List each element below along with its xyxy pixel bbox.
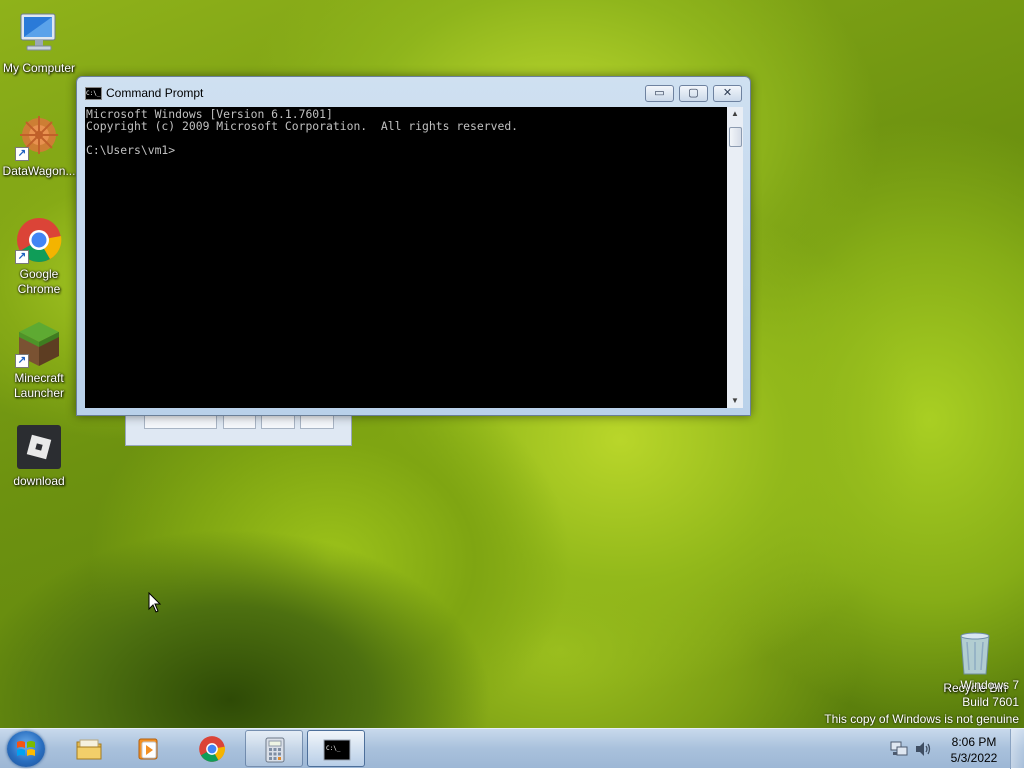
shortcut-arrow-icon: ↗ <box>15 250 29 264</box>
watermark-genuine-notice: This copy of Windows is not genuine <box>824 712 1019 726</box>
taskbar-command-prompt[interactable]: C:\_ <box>307 730 365 767</box>
datawagon-icon: ↗ <box>15 113 63 161</box>
taskbar-clock[interactable]: 8:06 PM 5/3/2022 <box>942 734 1006 766</box>
taskbar-windows-explorer[interactable] <box>60 730 118 767</box>
chrome-icon: ↗ <box>15 216 63 264</box>
taskbar-media-player[interactable] <box>121 730 179 767</box>
watermark-edition: Windows 7 <box>960 678 1019 692</box>
maximize-icon: ▢ <box>688 87 699 99</box>
desktop-icon-download[interactable]: download <box>1 423 77 489</box>
minimize-button[interactable]: ▭ <box>645 85 674 102</box>
desktop-icon-google-chrome[interactable]: ↗ Google Chrome <box>1 216 77 297</box>
watermark-build: Build 7601 <box>962 695 1019 709</box>
window-title: Command Prompt <box>106 86 204 100</box>
desktop-icon-datawagon[interactable]: ↗ DataWagon... <box>1 113 77 179</box>
scroll-down-icon[interactable]: ▼ <box>727 394 743 408</box>
roblox-icon <box>15 423 63 471</box>
taskbar-calculator[interactable] <box>245 730 303 767</box>
mouse-cursor-icon <box>148 592 162 613</box>
start-button[interactable] <box>7 731 45 767</box>
close-icon: ✕ <box>722 87 733 99</box>
windows-watermark: Windows 7 Build 7601 This copy of Window… <box>824 677 1019 728</box>
console-prompt: C:\Users\vm1> <box>86 143 176 157</box>
desktop-icon-label: DataWagon... <box>2 164 76 178</box>
network-icon[interactable] <box>890 741 908 757</box>
console-output[interactable]: Microsoft Windows [Version 6.1.7601] Copy… <box>85 107 727 408</box>
folder-icon <box>76 739 102 760</box>
clock-time: 8:06 PM <box>951 735 997 749</box>
show-desktop-button[interactable] <box>1010 729 1024 769</box>
console-line: Copyright (c) 2009 Microsoft Corporation… <box>86 119 519 133</box>
vertical-scrollbar[interactable]: ▲ ▼ <box>727 107 743 408</box>
chrome-icon <box>199 736 226 762</box>
desktop-icon-my-computer[interactable]: My Computer <box>1 10 77 76</box>
shortcut-arrow-icon: ↗ <box>15 147 29 161</box>
windows-logo-icon <box>17 741 35 756</box>
maximize-button[interactable]: ▢ <box>679 85 708 102</box>
desktop-icon-label: Minecraft Launcher <box>13 371 65 400</box>
shortcut-arrow-icon: ↗ <box>15 354 29 368</box>
clock-date: 5/3/2022 <box>950 751 998 765</box>
cmd-icon: C:\_ <box>323 739 351 761</box>
command-prompt-window[interactable]: C:\_ Command Prompt ▭ ▢ ✕ Microsoft Wind… <box>76 76 751 416</box>
calculator-icon <box>265 737 285 763</box>
desktop-icon-minecraft-launcher[interactable]: ↗ Minecraft Launcher <box>1 320 77 401</box>
taskbar: C:\_ 8:06 PM 5/3/2022 <box>0 728 1024 769</box>
recycle-bin-icon <box>951 630 999 678</box>
title-bar[interactable]: C:\_ Command Prompt ▭ ▢ ✕ <box>77 77 750 106</box>
svg-text:C:\_: C:\_ <box>326 745 341 752</box>
scroll-up-icon[interactable]: ▲ <box>727 107 743 121</box>
desktop[interactable]: My Computer ↗ DataWagon... ↗ Google Chro… <box>0 0 1024 728</box>
cmd-icon: C:\_ <box>85 87 102 100</box>
desktop-icon-label: My Computer <box>2 61 76 75</box>
desktop-icon-label: Google Chrome <box>17 267 61 296</box>
minimize-icon: ▭ <box>654 87 665 99</box>
desktop-icon-label: download <box>13 474 65 488</box>
close-button[interactable]: ✕ <box>713 85 742 102</box>
scroll-thumb[interactable] <box>729 127 742 147</box>
taskbar-chrome[interactable] <box>183 730 241 767</box>
minecraft-icon: ↗ <box>15 320 63 368</box>
volume-icon[interactable] <box>914 741 932 757</box>
computer-icon <box>15 10 63 58</box>
media-player-icon <box>138 738 158 760</box>
